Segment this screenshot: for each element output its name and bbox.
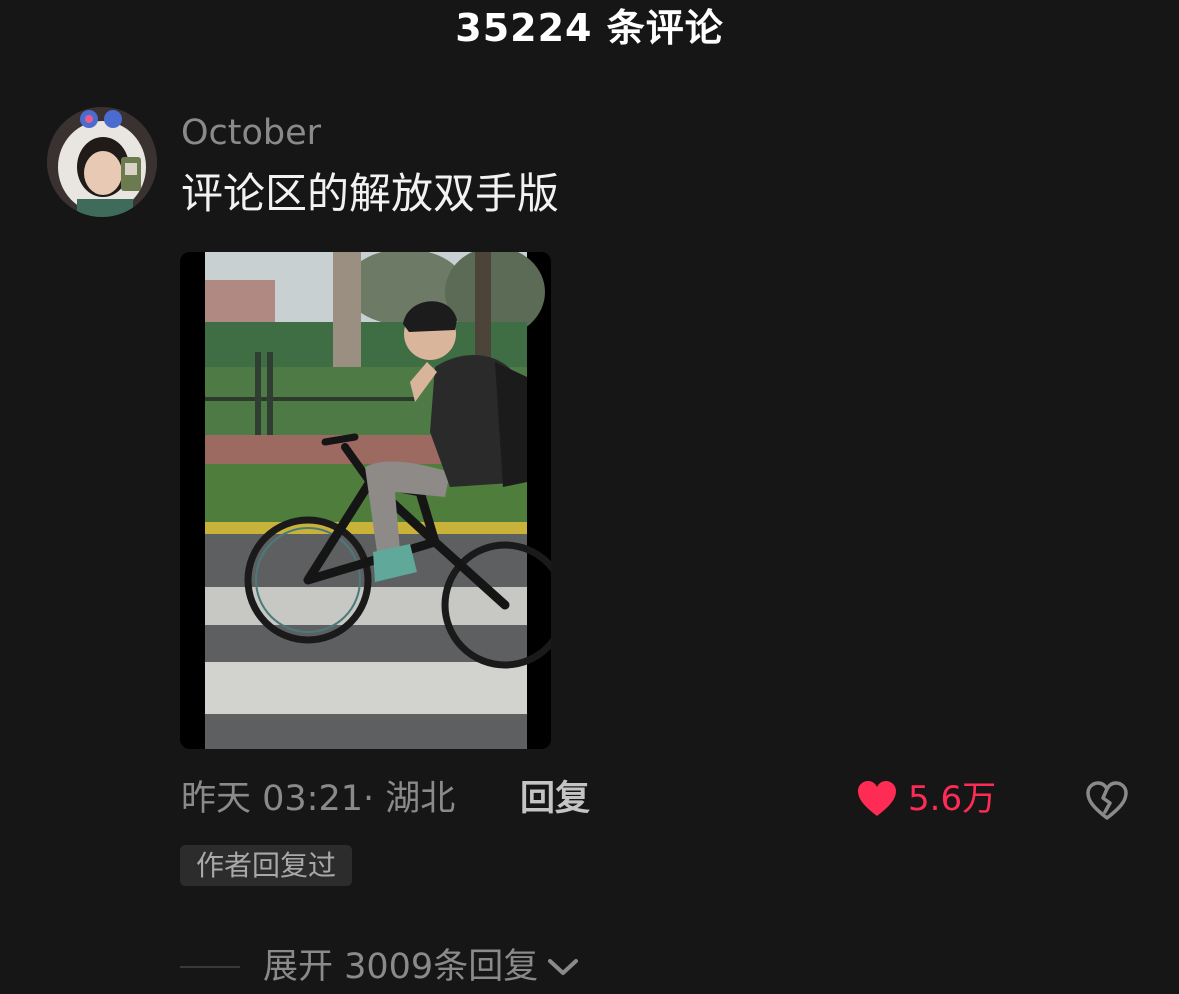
author-replied-badge: 作者回复过 <box>180 845 353 886</box>
like-button[interactable]: 5.6万 <box>856 776 996 822</box>
reply-button[interactable]: 回复 <box>520 776 590 822</box>
comment-time-location: 昨天 03:21· 湖北 <box>181 779 456 819</box>
dislike-button[interactable] <box>1085 780 1129 822</box>
expand-replies-label: 展开 3009条回复 <box>263 947 539 987</box>
expand-replies-button[interactable]: 展开 3009条回复 <box>263 944 580 990</box>
divider <box>180 966 240 968</box>
comment-username[interactable]: October <box>181 110 321 156</box>
broken-heart-icon <box>1086 781 1128 820</box>
comment-media-thumbnail[interactable] <box>180 252 551 749</box>
avatar[interactable] <box>47 107 157 217</box>
heart-icon <box>858 781 896 816</box>
like-count: 5.6万 <box>908 779 997 819</box>
chevron-down-icon <box>548 959 579 975</box>
comments-count-title: 35224 条评论 <box>455 6 724 50</box>
avatar-image <box>47 107 157 217</box>
cyclist-photo <box>180 252 551 749</box>
comment-text: 评论区的解放双手版 <box>181 169 560 218</box>
